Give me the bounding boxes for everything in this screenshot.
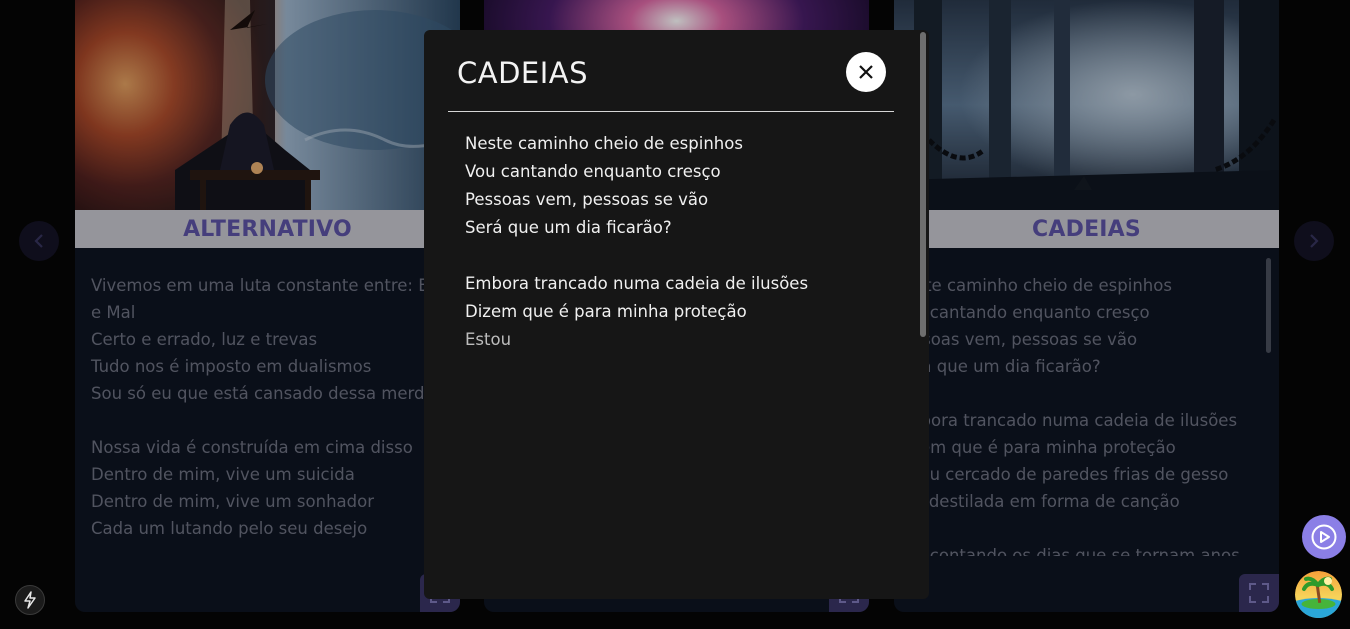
lyric-spacer <box>465 242 889 270</box>
lyrics-modal: CADEIAS Neste caminho cheio de espinhos … <box>424 30 929 599</box>
island-icon <box>1295 571 1342 618</box>
lightning-icon <box>24 591 36 609</box>
modal-scrollbar[interactable] <box>920 32 926 337</box>
play-button[interactable] <box>1302 515 1346 559</box>
play-circle-icon <box>1311 524 1337 550</box>
island-avatar-button[interactable] <box>1295 571 1342 618</box>
lyric-line: Neste caminho cheio de espinhos <box>465 134 743 153</box>
modal-lyrics: Neste caminho cheio de espinhos Vou cant… <box>465 130 889 354</box>
lyric-line: Estou <box>465 330 512 349</box>
lyric-line: Pessoas vem, pessoas se vão <box>465 190 709 209</box>
close-button[interactable] <box>846 52 886 92</box>
lyrics-gallery: ALTERNATIVO Vivemos em uma luta constant… <box>0 0 1350 629</box>
lyric-line: Dizem que é para minha proteção <box>465 302 747 321</box>
modal-header: CADEIAS <box>448 52 894 112</box>
lyric-line: Será que um dia ficarão? <box>465 218 672 237</box>
lyric-line: Vou cantando enquanto cresço <box>465 162 721 181</box>
lyric-line: Embora trancado numa cadeia de ilusões <box>465 274 809 293</box>
flash-button[interactable] <box>15 585 45 615</box>
modal-title: CADEIAS <box>457 56 589 90</box>
close-icon <box>859 65 873 79</box>
